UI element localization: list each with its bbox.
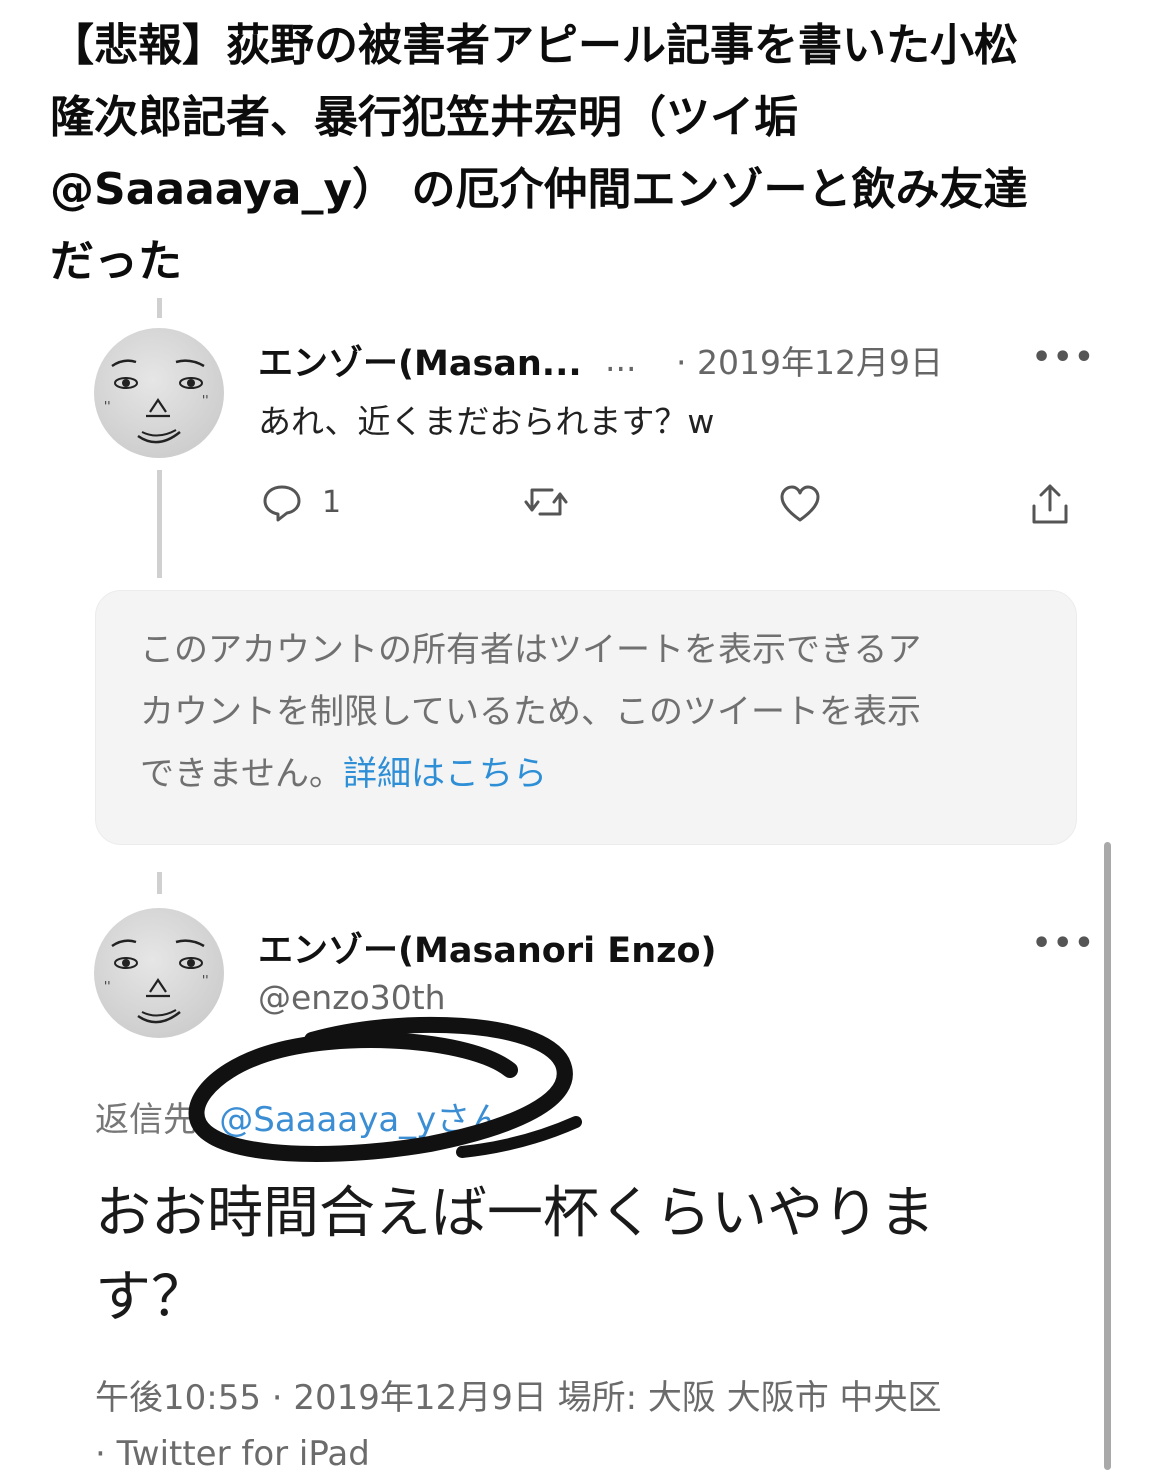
tweet1-author-name[interactable]: エンゾー(Masan... [258,335,582,386]
tweet2-text-line-2: す？ [95,1265,207,1330]
share-button[interactable] [1028,482,1072,526]
tweet2-source-line[interactable]: · Twitter for iPad [95,1426,942,1482]
share-icon [1032,484,1068,524]
like-button[interactable] [778,482,822,526]
tweet2-timestamp-meta: 午後10:55 · 2019年12月9日 場所: 大阪 大阪市 中央区 · Tw… [95,1370,942,1482]
retweet-icon [524,488,568,516]
avatar[interactable]: '' '' [94,328,224,458]
notice-line-3: できません。 [140,754,343,794]
svg-text:'': '' [104,399,111,413]
thread-line-top [157,298,162,318]
tweet2-author-name[interactable]: エンゾー(Masanori Enzo) [258,922,717,973]
tweet2-timestamp-line[interactable]: 午後10:55 · 2019年12月9日 場所: 大阪 大阪市 中央区 [95,1370,942,1426]
headline-line-4: だった [50,236,182,287]
svg-text:'': '' [202,973,209,987]
tweet2-text-line-1: おお時間合えば一杯くらいやりま [95,1181,935,1246]
reply-button[interactable]: 1 [260,480,341,524]
restricted-tweet-notice: このアカウントの所有者はツイートを表示できるア カウントを制限しているため、この… [95,590,1077,845]
tweet1-text: あれ、近くまだおられます？w [258,402,715,441]
svg-text:'': '' [202,393,209,407]
avatar-face-icon: '' '' [104,359,209,444]
svg-text:'': '' [104,979,111,993]
notice-line-1: このアカウントの所有者はツイートを表示できるア [140,630,922,670]
handdrawn-circle-annotation [188,1016,582,1162]
like-icon [780,485,820,522]
tweet1-date[interactable]: · 2019年12月9日 [676,336,943,384]
headline-line-1: 【悲報】荻野の被害者アピール記事を書いた小松 [50,20,1018,71]
thread-line-middle [157,470,162,578]
article-headline: 【悲報】荻野の被害者アピール記事を書いた小松 隆次郎記者、暴行犯笠井宏明（ツイ垢… [50,10,1130,298]
learn-more-link[interactable]: 詳細はこちら [343,754,547,794]
headline-line-2: 隆次郎記者、暴行犯笠井宏明（ツイ垢 [50,92,798,143]
reply-icon [263,485,301,522]
reply-count: 1 [322,484,342,520]
thread-line-bottom [157,872,162,894]
tweet1-more-icon[interactable]: ••• [1032,340,1096,375]
tweet2-text: おお時間合えば一杯くらいやりま す？ [95,1172,935,1340]
headline-line-3: @Saaaaya_y） の厄介仲間エンゾーと飲み友達 [50,164,1028,215]
notice-line-2: カウントを制限しているため、このツイートを表示 [140,692,921,732]
tweet2-more-icon[interactable]: ••• [1032,926,1096,961]
tweet1-handle-truncated[interactable]: ... [605,340,636,379]
scrollbar[interactable] [1104,842,1111,1470]
retweet-button[interactable] [522,480,570,524]
